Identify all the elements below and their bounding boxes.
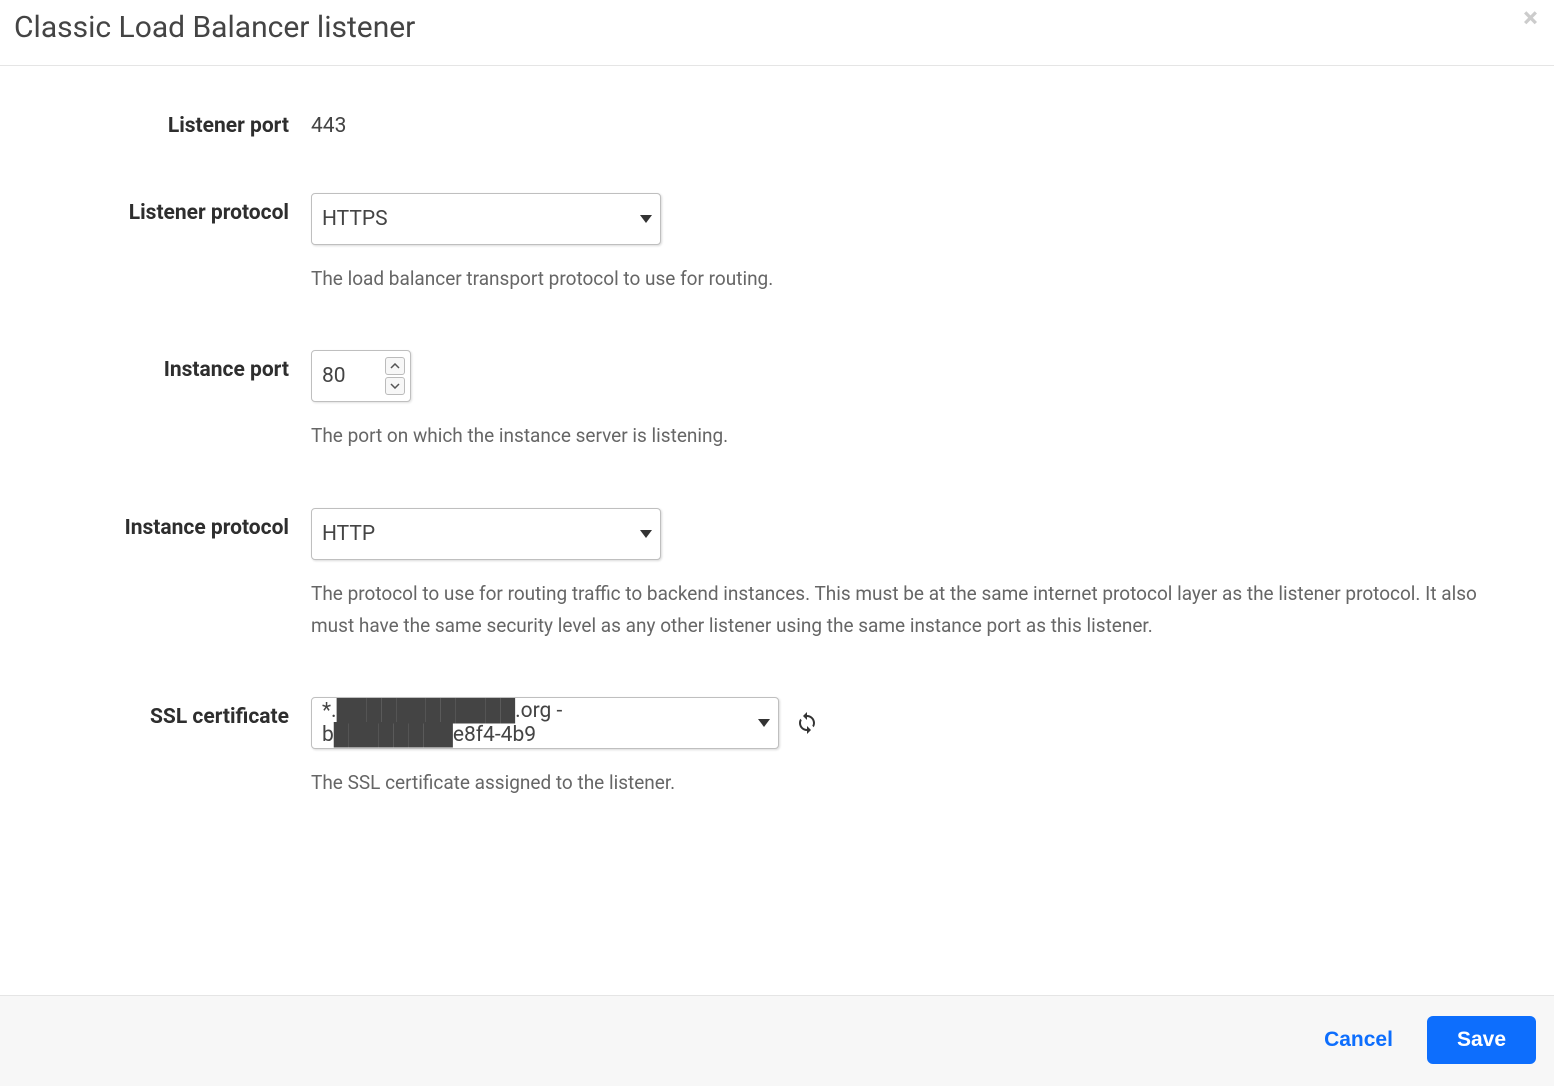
control-instance-port: 80 The port on which the instance server… [311,350,1540,452]
select-ssl-certificate[interactable]: *.████████████.org - b████████e8f4-4b9 [311,697,779,749]
select-instance-protocol-value: HTTP [322,522,375,546]
save-button[interactable]: Save [1427,1016,1536,1064]
help-ssl-certificate: The SSL certificate assigned to the list… [311,767,1520,799]
stepper-down-button[interactable] [385,377,405,395]
chevron-down-icon [640,215,652,223]
control-listener-port: 443 [311,106,1540,138]
label-instance-protocol: Instance protocol [14,508,311,643]
select-instance-protocol[interactable]: HTTP [311,508,661,560]
value-listener-port: 443 [311,106,1520,138]
chevron-down-icon [640,530,652,538]
select-ssl-certificate-value: *.████████████.org - b████████e8f4-4b9 [322,699,738,747]
chevron-up-icon [390,363,400,369]
label-listener-port: Listener port [14,106,311,138]
chevron-down-icon [390,383,400,389]
select-listener-protocol-value: HTTPS [322,207,388,231]
row-instance-protocol: Instance protocol HTTP The protocol to u… [14,508,1540,643]
help-instance-port: The port on which the instance server is… [311,420,1520,452]
help-listener-protocol: The load balancer transport protocol to … [311,263,1520,295]
refresh-button[interactable] [793,697,821,749]
input-instance-port[interactable]: 80 [311,350,411,402]
row-listener-protocol: Listener protocol HTTPS The load balance… [14,193,1540,295]
label-ssl-certificate: SSL certificate [14,697,311,799]
modal-dialog: Classic Load Balancer listener × Listene… [0,0,1554,1086]
close-icon[interactable]: × [1523,4,1538,32]
row-listener-port: Listener port 443 [14,106,1540,138]
row-instance-port: Instance port 80 The port on which the i… [14,350,1540,452]
input-instance-port-value: 80 [322,364,346,388]
refresh-icon [795,711,819,735]
stepper-up-button[interactable] [385,357,405,375]
chevron-down-icon [758,719,770,727]
control-listener-protocol: HTTPS The load balancer transport protoc… [311,193,1540,295]
control-instance-protocol: HTTP The protocol to use for routing tra… [311,508,1540,643]
help-instance-protocol: The protocol to use for routing traffic … [311,578,1520,643]
select-listener-protocol[interactable]: HTTPS [311,193,661,245]
modal-header: Classic Load Balancer listener × [0,0,1554,66]
modal-body: Listener port 443 Listener protocol HTTP… [0,66,1554,995]
label-listener-protocol: Listener protocol [14,193,311,295]
ssl-certificate-row: *.████████████.org - b████████e8f4-4b9 [311,697,1520,749]
cancel-button[interactable]: Cancel [1320,1018,1397,1062]
row-ssl-certificate: SSL certificate *.████████████.org - b██… [14,697,1540,799]
label-instance-port: Instance port [14,350,311,452]
modal-title: Classic Load Balancer listener [14,10,415,45]
modal-footer: Cancel Save [0,995,1554,1086]
stepper-instance-port [385,355,405,397]
control-ssl-certificate: *.████████████.org - b████████e8f4-4b9 T… [311,697,1540,799]
